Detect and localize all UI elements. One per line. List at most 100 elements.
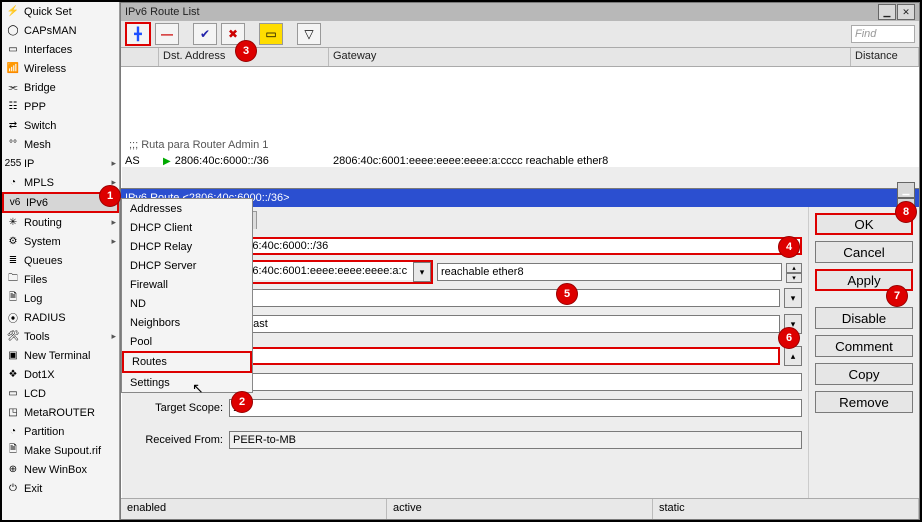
sidebar-item-new-winbox[interactable]: ⊕ New WinBox bbox=[2, 460, 119, 479]
route-list-title: IPv6 Route List bbox=[125, 6, 200, 18]
distance-input[interactable] bbox=[229, 347, 780, 365]
sidebar-label: New Terminal bbox=[24, 350, 90, 362]
sidebar-item-lcd[interactable]: ▭LCD bbox=[2, 384, 119, 403]
marker-2: 2 bbox=[231, 391, 253, 413]
sidebar-label: Tools bbox=[24, 331, 50, 343]
disable-button[interactable]: Disable bbox=[815, 307, 913, 329]
submenu-item-pool[interactable]: Pool bbox=[122, 332, 252, 351]
enable-button[interactable]: ✔ bbox=[193, 23, 217, 45]
sidebar-item-files[interactable]: 🗀Files bbox=[2, 270, 119, 289]
remove-button[interactable]: — bbox=[155, 23, 179, 45]
sidebar-item-tools[interactable]: 🛠Tools▸ bbox=[2, 327, 119, 346]
close-icon[interactable]: ✕ bbox=[897, 4, 915, 20]
sidebar-icon: 255 bbox=[6, 157, 20, 171]
marker-4: 4 bbox=[778, 236, 800, 258]
comment-button[interactable]: Comment bbox=[815, 335, 913, 357]
submenu-arrow-icon: ▸ bbox=[111, 158, 116, 169]
sidebar-icon: ☷ bbox=[6, 100, 20, 114]
submenu-item-nd[interactable]: ND bbox=[122, 294, 252, 313]
sidebar-item-ip[interactable]: 255IP▸ bbox=[2, 154, 119, 173]
sidebar-label: LCD bbox=[24, 388, 46, 400]
gateway-status bbox=[437, 263, 782, 281]
sidebar-icon: ❖ bbox=[6, 368, 20, 382]
label-target-scope: Target Scope: bbox=[127, 402, 229, 414]
gateway-stepper[interactable]: ▴▾ bbox=[786, 263, 802, 281]
sidebar-icon: 🗎 bbox=[6, 292, 20, 306]
sidebar-icon: ⊕ bbox=[6, 463, 20, 477]
col-gateway[interactable]: Gateway bbox=[329, 48, 851, 66]
sidebar-icon: ≣ bbox=[6, 254, 20, 268]
sidebar-item-switch[interactable]: ⇄Switch bbox=[2, 116, 119, 135]
dst-address-input[interactable] bbox=[229, 237, 802, 255]
received-from bbox=[229, 431, 802, 449]
filter-button[interactable]: ▽ bbox=[297, 23, 321, 45]
submenu-item-settings[interactable]: Settings bbox=[122, 373, 252, 392]
gateway-dropdown-icon[interactable]: ▾ bbox=[413, 262, 431, 282]
minimize-icon[interactable]: ▁ bbox=[897, 182, 915, 198]
sidebar-icon: ▣ bbox=[6, 349, 20, 363]
sidebar-icon: v6 bbox=[8, 196, 22, 210]
cell-dst: ▶2806:40c:6000::/36 bbox=[159, 155, 329, 167]
gateway-input[interactable] bbox=[231, 262, 413, 280]
marker-1: 1 bbox=[99, 185, 121, 207]
sidebar-label: PPP bbox=[24, 101, 46, 113]
route-row[interactable]: AS ▶2806:40c:6000::/36 2806:40c:6001:eee… bbox=[121, 153, 919, 167]
col-flag[interactable] bbox=[121, 48, 159, 66]
sidebar-item-system[interactable]: ⚙System▸ bbox=[2, 232, 119, 251]
minimize-icon[interactable]: ▁ bbox=[878, 4, 896, 20]
status-active: active bbox=[387, 499, 653, 519]
submenu-item-addresses[interactable]: Addresses bbox=[122, 199, 252, 218]
scope-input[interactable] bbox=[229, 373, 802, 391]
sidebar-item-ppp[interactable]: ☷ PPP bbox=[2, 97, 119, 116]
comment-button[interactable]: ▭ bbox=[259, 23, 283, 45]
sidebar-label: Dot1X bbox=[24, 369, 55, 381]
sidebar-item-log[interactable]: 🗎Log bbox=[2, 289, 119, 308]
sidebar-label: New WinBox bbox=[24, 464, 87, 476]
sidebar-item-bridge[interactable]: ⫘Bridge bbox=[2, 78, 119, 97]
sidebar-label: IPv6 bbox=[26, 197, 48, 209]
sidebar-item-partition[interactable]: ◔Partition bbox=[2, 422, 119, 441]
submenu-item-routes[interactable]: Routes bbox=[122, 351, 252, 373]
cancel-button[interactable]: Cancel bbox=[815, 241, 913, 263]
sidebar-label: Wireless bbox=[24, 63, 66, 75]
sidebar-item-interfaces[interactable]: ▭Interfaces bbox=[2, 40, 119, 59]
sidebar-icon: 📶 bbox=[6, 62, 20, 76]
submenu-item-dhcp-client[interactable]: DHCP Client bbox=[122, 218, 252, 237]
check-gateway-dropdown-icon[interactable]: ▾ bbox=[784, 288, 802, 308]
target-scope-input[interactable] bbox=[229, 399, 802, 417]
sidebar-icon: ✳ bbox=[6, 216, 20, 230]
submenu-item-firewall[interactable]: Firewall bbox=[122, 275, 252, 294]
remove-button[interactable]: Remove bbox=[815, 391, 913, 413]
sidebar-item-exit[interactable]: ⏻Exit bbox=[2, 479, 119, 498]
add-button[interactable]: ╋ bbox=[125, 22, 151, 46]
sidebar-item-quick-set[interactable]: ⚡Quick Set bbox=[2, 2, 119, 21]
sidebar-icon: ◯ bbox=[6, 24, 20, 38]
sidebar-item-dot1x[interactable]: ❖ Dot1X bbox=[2, 365, 119, 384]
submenu-item-neighbors[interactable]: Neighbors bbox=[122, 313, 252, 332]
sidebar-icon: ◔ bbox=[6, 176, 20, 190]
sidebar-item-radius[interactable]: ⦿RADIUS bbox=[2, 308, 119, 327]
sidebar-item-routing[interactable]: ✳Routing▸ bbox=[2, 213, 119, 232]
sidebar-label: Quick Set bbox=[24, 6, 72, 18]
sidebar-item-wireless[interactable]: 📶 Wireless bbox=[2, 59, 119, 78]
sidebar-item-metarouter[interactable]: ◳MetaROUTER bbox=[2, 403, 119, 422]
submenu-item-dhcp-relay[interactable]: DHCP Relay bbox=[122, 237, 252, 256]
route-comment: ;;; Ruta para Router Admin 1 bbox=[121, 137, 919, 153]
check-gateway-input[interactable] bbox=[229, 289, 780, 307]
copy-button[interactable]: Copy bbox=[815, 363, 913, 385]
distance-up-icon[interactable]: ▴ bbox=[784, 346, 802, 366]
col-distance[interactable]: Distance bbox=[851, 48, 919, 66]
sidebar-label: Queues bbox=[24, 255, 63, 267]
find-input[interactable]: Find bbox=[851, 25, 915, 43]
sidebar-icon: ⇄ bbox=[6, 119, 20, 133]
sidebar-icon: ⦿ bbox=[6, 311, 20, 325]
sidebar-item-capsman[interactable]: ◯CAPsMAN bbox=[2, 21, 119, 40]
sidebar-item-new-terminal[interactable]: ▣ New Terminal bbox=[2, 346, 119, 365]
sidebar-item-make-supout-rif[interactable]: 🗎Make Supout.rif bbox=[2, 441, 119, 460]
marker-5: 5 bbox=[556, 283, 578, 305]
sidebar-item-queues[interactable]: ≣ Queues bbox=[2, 251, 119, 270]
submenu-item-dhcp-server[interactable]: DHCP Server bbox=[122, 256, 252, 275]
sidebar-item-mesh[interactable]: °°Mesh bbox=[2, 135, 119, 154]
submenu-arrow-icon: ▸ bbox=[111, 331, 116, 342]
type-input[interactable] bbox=[229, 315, 780, 333]
